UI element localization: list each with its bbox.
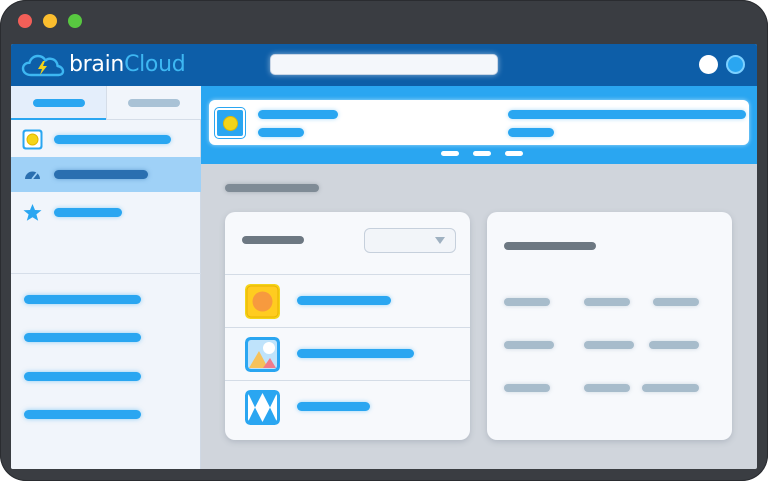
sidebar-link[interactable]: [24, 333, 141, 342]
window-controls: [18, 14, 82, 28]
featured-card[interactable]: [209, 100, 749, 145]
stat-cell: [504, 341, 554, 349]
pager-dot[interactable]: [441, 151, 459, 156]
stats-card: [487, 212, 732, 440]
sidebar-divider: [11, 273, 201, 274]
app-thumbnail-icon: [215, 108, 245, 138]
sidebar-item-label: [54, 208, 122, 217]
stat-cell: [642, 384, 699, 392]
star-icon: [22, 202, 43, 223]
sidebar-tab-secondary[interactable]: [106, 86, 201, 120]
stat-cell: [504, 384, 550, 392]
tab-label-placeholder: [33, 99, 85, 107]
list-item-label: [297, 349, 414, 358]
list-item[interactable]: [225, 327, 470, 380]
search-input[interactable]: [270, 54, 498, 75]
diamond-pattern-icon: [245, 390, 280, 425]
brand-suffix: Cloud: [124, 52, 186, 77]
pager-dot[interactable]: [473, 151, 491, 156]
featured-title: [258, 110, 338, 119]
list-item-label: [297, 296, 391, 305]
section-title: [225, 184, 319, 192]
featured-detail-secondary: [508, 128, 554, 137]
sidebar-tab-primary[interactable]: [11, 86, 106, 120]
tab-label-placeholder: [128, 99, 180, 107]
app-window: brainCloud: [0, 0, 768, 481]
pager-dot[interactable]: [505, 151, 523, 156]
list-item[interactable]: [225, 274, 470, 327]
sidebar-item-dashboard[interactable]: [11, 157, 201, 192]
list-item-label: [297, 402, 370, 411]
filter-dropdown[interactable]: [364, 228, 456, 253]
sidebar: [11, 86, 201, 469]
brand-wordmark: brainCloud: [69, 52, 186, 78]
zoom-icon[interactable]: [68, 14, 82, 28]
app-thumbnail-icon: [22, 129, 43, 150]
card-title: [504, 242, 596, 250]
chevron-down-icon: [435, 237, 445, 244]
stat-cell: [653, 298, 699, 306]
sidebar-item-app[interactable]: [11, 122, 201, 157]
featured-detail: [508, 110, 746, 119]
stat-cell: [504, 298, 550, 306]
sidebar-item-label: [54, 135, 171, 144]
card-title: [242, 236, 304, 244]
cloud-lightning-icon: [21, 54, 65, 77]
brand-logo[interactable]: brainCloud: [21, 52, 186, 78]
app-header: brainCloud: [11, 44, 757, 86]
minimize-icon[interactable]: [43, 14, 57, 28]
sidebar-link[interactable]: [24, 372, 141, 381]
sidebar-link[interactable]: [24, 295, 141, 304]
dashboard-gauge-icon: [22, 164, 43, 185]
thumbnail-dot: [224, 117, 237, 130]
notifications-dot[interactable]: [699, 55, 718, 74]
stat-cell: [584, 341, 634, 349]
stat-cell: [649, 341, 699, 349]
profile-avatar[interactable]: [726, 55, 745, 74]
featured-subtitle: [258, 128, 304, 137]
sun-tile-icon: [245, 284, 280, 319]
featured-banner: [201, 86, 757, 164]
sidebar-link[interactable]: [24, 410, 141, 419]
close-icon[interactable]: [18, 14, 32, 28]
sidebar-item-favorites[interactable]: [11, 195, 201, 230]
list-item[interactable]: [225, 380, 470, 433]
stat-cell: [584, 384, 630, 392]
stat-cell: [584, 298, 630, 306]
main-content: [201, 86, 757, 469]
app-list-card: [225, 212, 470, 440]
image-landscape-icon: [245, 337, 280, 372]
app-screen: brainCloud: [11, 44, 757, 469]
sidebar-item-label: [54, 170, 148, 179]
brand-prefix: brain: [69, 52, 125, 77]
